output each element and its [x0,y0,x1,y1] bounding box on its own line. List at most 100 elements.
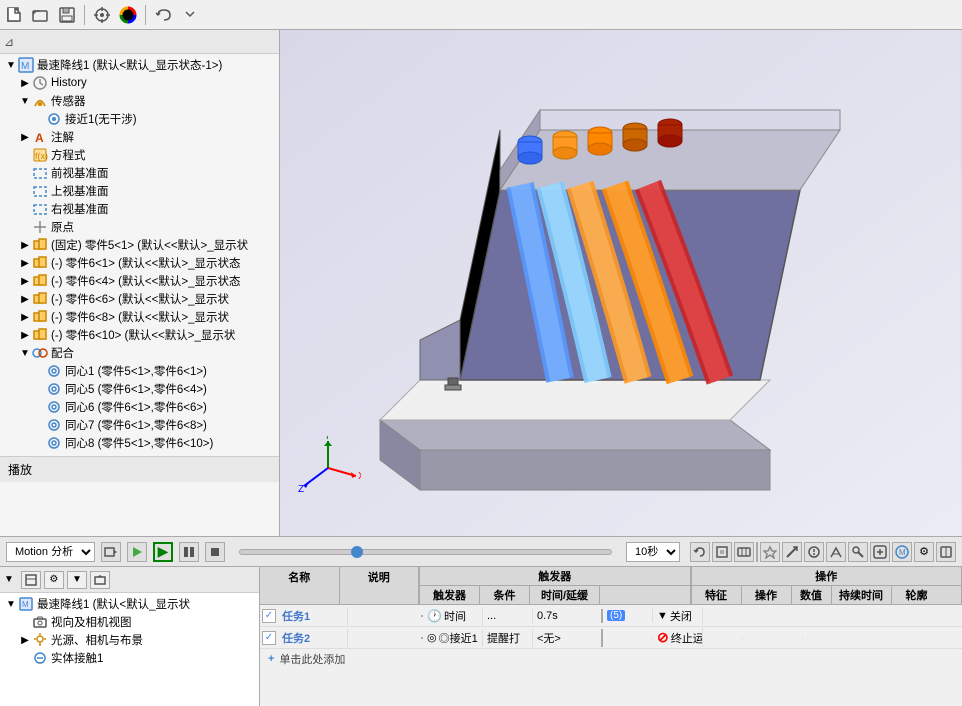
tree-part1[interactable]: ▶ (固定) 零件5<1> (默认<<默认>_显示状 [0,236,279,254]
tree-mate5[interactable]: 同心8 (零件5<1>,零件6<10>) [0,434,279,452]
toolbar-btn-open[interactable] [30,4,52,26]
sub-btn-1[interactable] [21,571,41,589]
tree-mate2[interactable]: 同心5 (零件6<1>,零件6<4>) [0,380,279,398]
motion-icon-1[interactable] [690,542,710,562]
stop-sq-btn[interactable] [205,542,225,562]
mate1-label: 同心1 (零件5<1>,零件6<1>) [65,363,207,379]
sub-btn-3[interactable]: ▼ [67,571,87,589]
th-operation-group: 操作 [692,567,962,586]
bottom-contact[interactable]: 实体接触1 [0,649,259,667]
part6-expand[interactable]: ▶ [18,330,32,341]
record-btn[interactable] [101,542,121,562]
motion-icon-10[interactable] [870,542,890,562]
tree-part6[interactable]: ▶ (-) 零件6<10> (默认<<默认>_显示状 [0,326,279,344]
tree-top-plane[interactable]: 上视基准面 [0,182,279,200]
mate1-icon [46,363,62,379]
tree-part2[interactable]: ▶ (-) 零件6<1> (默认<<默认>_显示状态 [0,254,279,272]
sub-btn-4[interactable] [90,571,110,589]
task-row-1[interactable]: ✓ 任务1 🕐 时间 ... 0.7s (5) [260,605,962,627]
annotation-label: 注解 [51,129,74,145]
tree-mate3[interactable]: 同心6 (零件6<1>,零件6<6>) [0,398,279,416]
row1-feature-badge: (5) [607,610,625,621]
bottom-tree-root[interactable]: ▼ M 最速降线1 (默认<默认_显示状 [0,595,259,613]
motion-icon-9[interactable] [848,542,868,562]
tree-front-plane[interactable]: 前视基准面 [0,164,279,182]
tree-equations[interactable]: f(x) 方程式 [0,146,279,164]
motion-icon-3[interactable] [734,542,754,562]
motion-icon-13[interactable] [936,542,956,562]
front-plane-label: 前视基准面 [51,165,109,181]
part3-label: (-) 零件6<4> (默认<<默认>_显示状态 [51,273,240,289]
tree-part4[interactable]: ▶ (-) 零件6<6> (默认<<默认>_显示状 [0,290,279,308]
root-expand[interactable]: ▼ [4,60,18,71]
motion-icon-5[interactable] [760,542,780,562]
motion-icon-7[interactable] [804,542,824,562]
mates-expand[interactable]: ▼ [18,348,32,359]
toolbar-btn-target[interactable] [91,4,113,26]
left-sub-toolbar: ▼ ⚙ ▼ [0,567,259,593]
stop-btn[interactable]: ▶ [153,542,173,562]
tree-right-plane[interactable]: 右视基准面 [0,200,279,218]
lights-expand[interactable]: ▶ [18,635,32,646]
task-row-2[interactable]: ✓ 任务2 ◎ ◎接近1 提醒打 <无> ⊘ 终止运动分 [260,627,962,649]
mate4-icon [46,417,62,433]
motion-icon-6[interactable] [782,542,802,562]
motion-icon-8[interactable] [826,542,846,562]
tree-history[interactable]: ▶ History [0,74,279,92]
row2-check-icon: ✓ [262,631,276,645]
bottom-root-expand[interactable]: ▼ [4,599,18,610]
toolbar-btn-new[interactable] [4,4,26,26]
part5-expand[interactable]: ▶ [18,312,32,323]
sub-btn-2[interactable]: ⚙ [44,571,64,589]
tree-mate4[interactable]: 同心7 (零件6<1>,零件6<8>) [0,416,279,434]
table-left-panel: ▼ ⚙ ▼ ▼ M 最速降线1 ( [0,567,260,706]
motion-icon-2[interactable] [712,542,732,562]
3d-viewport[interactable]: X Y Z [280,30,962,536]
sensors-expand[interactable]: ▼ [18,96,32,107]
collapse-btn[interactable]: ▼ [4,574,14,585]
part2-expand[interactable]: ▶ [18,258,32,269]
part1-expand[interactable]: ▶ [18,240,32,251]
pause-btn[interactable] [179,542,199,562]
motion-icon-12[interactable]: ⚙ [914,542,934,562]
sep2 [145,5,146,25]
part3-expand[interactable]: ▶ [18,276,32,287]
time-duration-select[interactable]: 10秒5秒20秒30秒 [626,542,680,562]
tree-origin[interactable]: 原点 [0,218,279,236]
tree-proximity[interactable]: 接近1(无干涉) [0,110,279,128]
history-expand[interactable]: ▶ [18,78,32,89]
play-btn[interactable] [127,542,147,562]
tree-part5[interactable]: ▶ (-) 零件6<8> (默认<<默认>_显示状 [0,308,279,326]
svg-text:M: M [21,61,29,72]
timeline-thumb[interactable] [351,546,363,558]
tree-mates[interactable]: ▼ 配合 [0,344,279,362]
row1-value [703,615,743,617]
camera-icon [32,614,48,630]
motion-icon-11[interactable]: M [892,542,912,562]
bottom-camera-view[interactable]: 视向及相机视图 [0,613,259,631]
toolbar-btn-color[interactable] [117,4,139,26]
tree-mate1[interactable]: 同心1 (零件5<1>,零件6<1>) [0,362,279,380]
row1-checkbox[interactable]: ✓ [260,609,278,623]
toolbar-btn-undo[interactable] [152,4,174,26]
tree-sensors[interactable]: ▼ 传感器 [0,92,279,110]
toolbar-btn-save[interactable] [56,4,78,26]
toolbar-btn-more[interactable] [178,4,200,26]
bottom-lights[interactable]: ▶ 光源、相机与布景 [0,631,259,649]
motion-analysis-dropdown[interactable]: Motion 分析 [6,542,95,562]
part1-icon [32,237,48,253]
part4-expand[interactable]: ▶ [18,294,32,305]
row2-checkbox[interactable]: ✓ [260,631,278,645]
tree-part3[interactable]: ▶ (-) 零件6<4> (默认<<默认>_显示状态 [0,272,279,290]
mate5-label: 同心8 (零件5<1>,零件6<10>) [65,435,213,451]
row1-check-icon: ✓ [262,609,276,623]
row2-condition: 提醒打 [483,629,533,647]
timeline-track[interactable] [239,549,612,555]
tree-annotation[interactable]: ▶ A 注解 [0,128,279,146]
feature-tree: ▼ M 最速降线1 (默认<默认_显示状态-1>) ▶ History [0,54,279,536]
equations-label: 方程式 [51,147,86,163]
add-task-row[interactable]: + 单击此处添加 [260,649,962,669]
motion-icon-4[interactable] [756,542,758,562]
tree-root[interactable]: ▼ M 最速降线1 (默认<默认_显示状态-1>) [0,56,279,74]
annotation-expand[interactable]: ▶ [18,132,32,143]
